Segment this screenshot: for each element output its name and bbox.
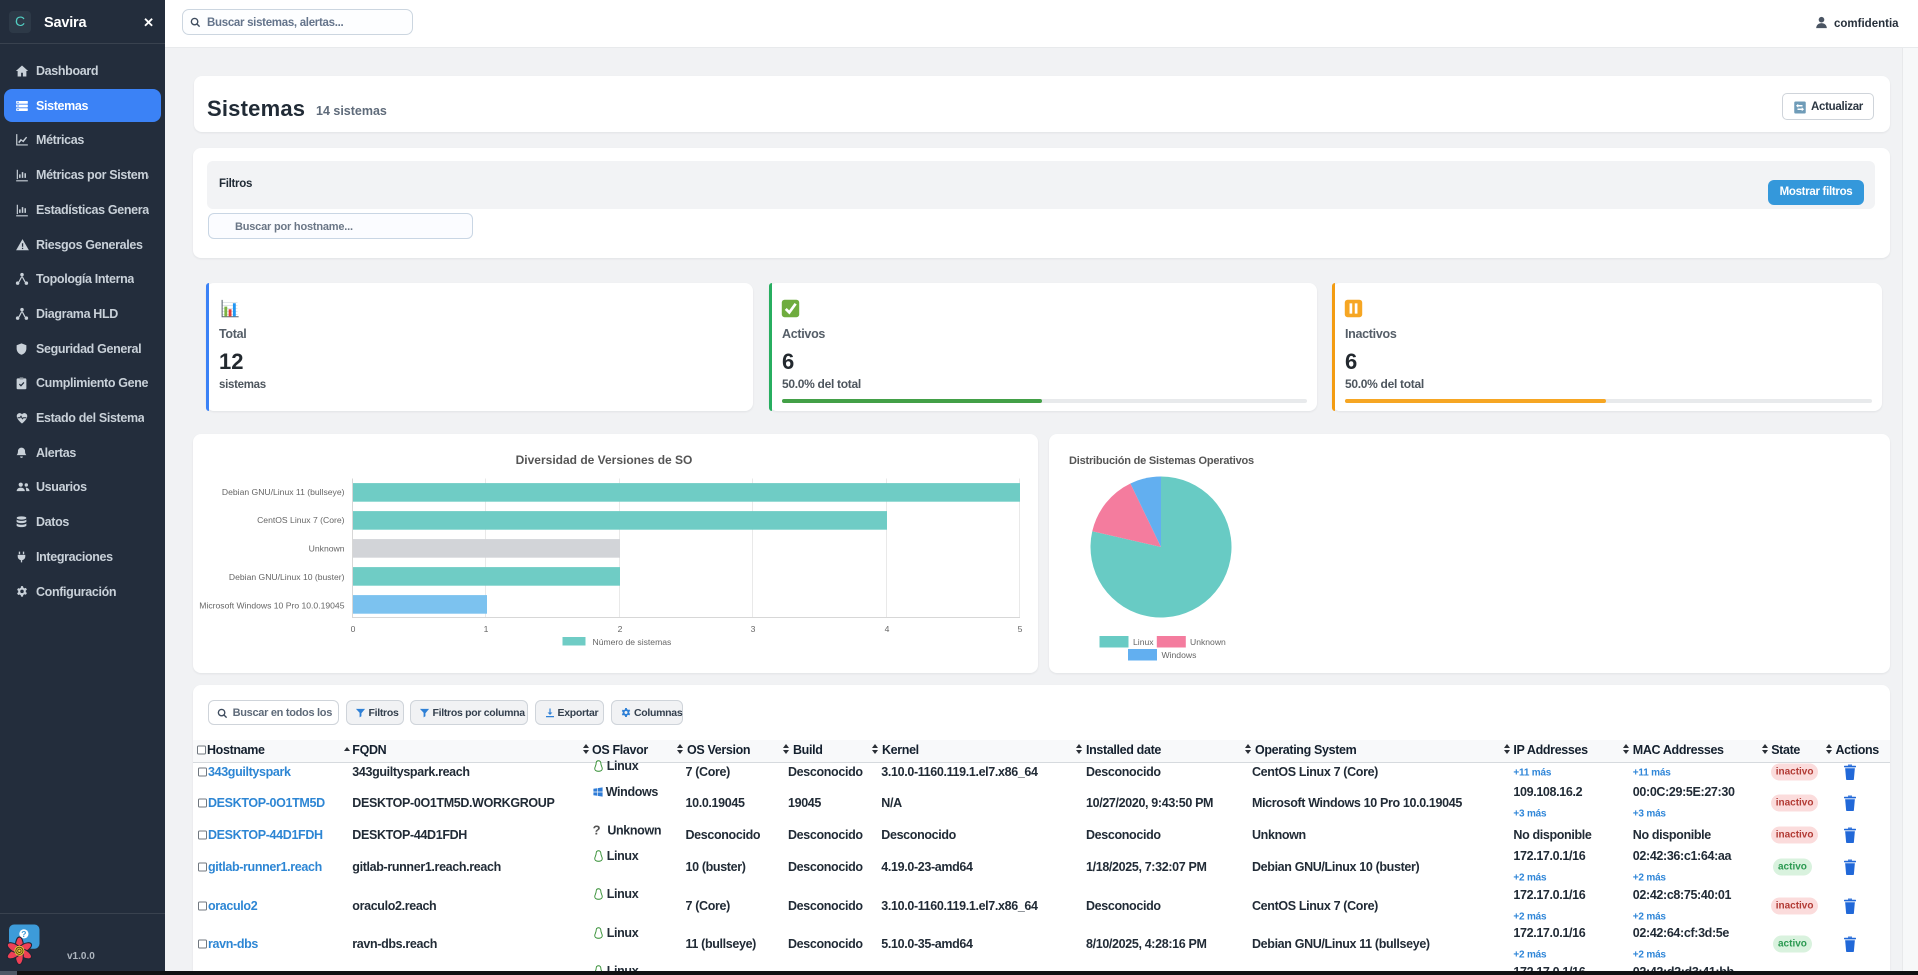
- svg-text:5: 5: [1018, 624, 1023, 634]
- svg-text:Distribución de Sistemas Opera: Distribución de Sistemas Operativos: [1069, 455, 1254, 467]
- svg-text:1: 1: [484, 624, 489, 634]
- svg-text:Unknown: Unknown: [309, 544, 345, 554]
- svg-text:Debian GNU/Linux 10 (buster): Debian GNU/Linux 10 (buster): [229, 572, 345, 582]
- svg-text:Debian GNU/Linux 11 (bullseye): Debian GNU/Linux 11 (bullseye): [222, 487, 345, 497]
- svg-text:?: ?: [21, 929, 26, 939]
- svg-text:Windows: Windows: [1162, 650, 1197, 660]
- svg-text:4: 4: [885, 624, 890, 634]
- svg-text:Microsoft Windows 10 Pro 10.0.: Microsoft Windows 10 Pro 10.0.19045: [199, 601, 344, 611]
- svg-text:Linux: Linux: [1133, 637, 1154, 647]
- svg-text:Diversidad de Versiones de SO: Diversidad de Versiones de SO: [516, 453, 693, 467]
- svg-text:2: 2: [618, 624, 623, 634]
- svg-text:0: 0: [351, 624, 356, 634]
- svg-text:Número de sistemas: Número de sistemas: [593, 637, 672, 647]
- svg-text:Unknown: Unknown: [1190, 637, 1226, 647]
- svg-text:CentOS Linux 7 (Core): CentOS Linux 7 (Core): [257, 515, 345, 525]
- svg-text:3: 3: [751, 624, 756, 634]
